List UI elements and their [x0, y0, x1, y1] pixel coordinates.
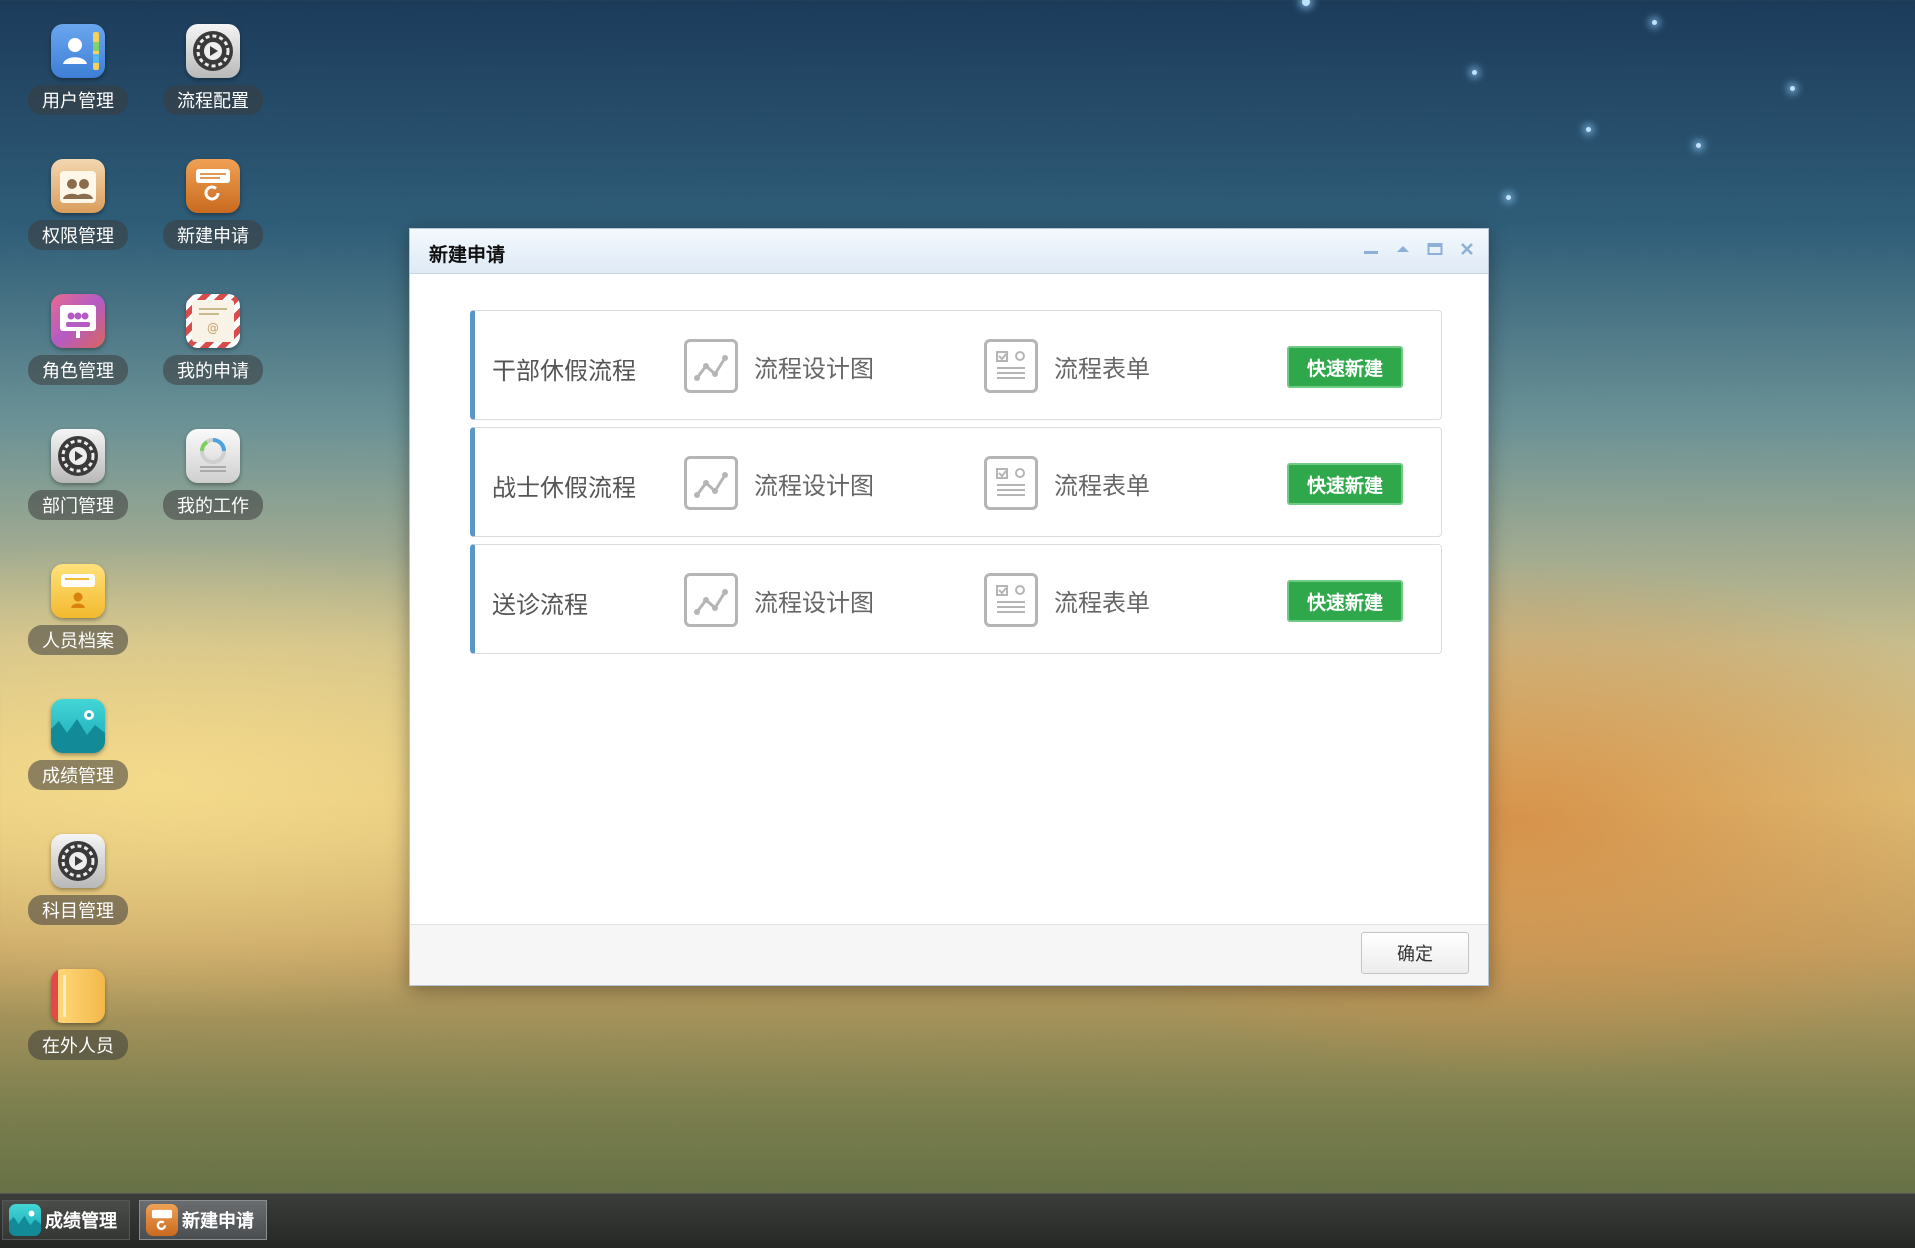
star-decoration [1506, 195, 1511, 200]
dialog-title: 新建申请 [429, 244, 506, 266]
taskbar-item-label: 成绩管理 [45, 1211, 117, 1232]
mail-icon: @ [186, 294, 240, 348]
desktop-icon-label: 角色管理 [28, 355, 128, 385]
star-decoration [1472, 70, 1477, 75]
desktop-icon-user-management[interactable]: 用户管理 [23, 24, 133, 115]
window-controls [1362, 238, 1476, 260]
users-group-icon [51, 159, 105, 213]
flow-design-label: 流程设计图 [754, 588, 874, 617]
desktop-icon-label: 科目管理 [28, 895, 128, 925]
flow-form-label: 流程表单 [1054, 354, 1150, 383]
gear-icon [51, 429, 105, 483]
flow-form-link[interactable]: 流程表单 [984, 571, 1150, 629]
gear-icon [186, 24, 240, 78]
dialog-footer: 确定 [410, 924, 1488, 985]
flow-form-label: 流程表单 [1054, 588, 1150, 617]
star-decoration [1696, 143, 1701, 148]
desktop-icon-my-work[interactable]: 我的工作 [158, 429, 268, 520]
star-decoration [1790, 86, 1795, 91]
desktop-icon-label: 我的工作 [163, 490, 263, 520]
star-decoration [1652, 20, 1657, 25]
line-chart-icon [684, 573, 738, 627]
flow-design-label: 流程设计图 [754, 471, 874, 500]
desktop-icon-score-management[interactable]: 成绩管理 [23, 699, 133, 790]
desktop-icon-outside-personnel[interactable]: 在外人员 [23, 969, 133, 1060]
flow-design-label: 流程设计图 [754, 354, 874, 383]
desktop-icon-label: 成绩管理 [28, 760, 128, 790]
progress-icon [186, 429, 240, 483]
form-icon [984, 339, 1038, 393]
gear-icon [51, 834, 105, 888]
desktop-icon-label: 部门管理 [28, 490, 128, 520]
desktop-icon-new-application[interactable]: 新建申请 [158, 159, 268, 250]
collapse-icon[interactable] [1394, 238, 1412, 260]
flow-row: 送诊流程 流程设计图 流程表单 快速新建 [470, 544, 1442, 654]
line-chart-icon [684, 339, 738, 393]
notebook-icon [51, 969, 105, 1023]
desktop-icon-permission-management[interactable]: 权限管理 [23, 159, 133, 250]
desktop-icon-flow-config[interactable]: 流程配置 [158, 24, 268, 115]
svg-text:@: @ [207, 321, 219, 335]
flow-name: 送诊流程 [492, 591, 588, 619]
quick-create-button[interactable]: 快速新建 [1287, 346, 1403, 388]
star-decoration [1302, 0, 1310, 6]
flow-design-link[interactable]: 流程设计图 [684, 454, 874, 512]
desktop-icon-label: 流程配置 [163, 85, 263, 115]
taskbar-item-score-management[interactable]: 成绩管理 [2, 1200, 130, 1240]
desktop-icon-department-management[interactable]: 部门管理 [23, 429, 133, 520]
person-card-icon [51, 564, 105, 618]
flow-row: 战士休假流程 流程设计图 流程表单 快速新建 [470, 427, 1442, 537]
form-icon [984, 456, 1038, 510]
minimize-icon[interactable] [1362, 238, 1380, 260]
contacts-icon [51, 24, 105, 78]
flow-form-link[interactable]: 流程表单 [984, 454, 1150, 512]
taskbar-item-label: 新建申请 [182, 1211, 254, 1232]
flow-name: 干部休假流程 [492, 357, 636, 385]
dialog-titlebar[interactable]: 新建申请 [410, 229, 1488, 274]
form-refresh-icon [146, 1204, 178, 1236]
flow-row: 干部休假流程 流程设计图 流程表单 快速新建 [470, 310, 1442, 420]
desktop-icon-label: 我的申请 [163, 355, 263, 385]
flow-form-link[interactable]: 流程表单 [984, 337, 1150, 395]
quick-create-button[interactable]: 快速新建 [1287, 580, 1403, 622]
quick-create-button[interactable]: 快速新建 [1287, 463, 1403, 505]
form-icon [984, 573, 1038, 627]
presentation-icon [51, 294, 105, 348]
flow-design-link[interactable]: 流程设计图 [684, 337, 874, 395]
desktop-icon-label: 权限管理 [28, 220, 128, 250]
desktop-icon-label: 新建申请 [163, 220, 263, 250]
wave-chart-icon [51, 699, 105, 753]
desktop-icon-personnel-archive[interactable]: 人员档案 [23, 564, 133, 655]
desktop-icon-label: 在外人员 [28, 1030, 128, 1060]
form-refresh-icon [186, 159, 240, 213]
close-icon[interactable] [1458, 238, 1476, 260]
new-application-dialog: 新建申请 干部休假流程 流程设计图 流程表单 快速新建 战士休假流程 流程设计图… [409, 228, 1489, 986]
flow-name: 战士休假流程 [492, 474, 636, 502]
desktop-icon-my-application[interactable]: @ 我的申请 [158, 294, 268, 385]
desktop-icon-subject-management[interactable]: 科目管理 [23, 834, 133, 925]
taskbar-item-new-application[interactable]: 新建申请 [139, 1200, 267, 1240]
flow-form-label: 流程表单 [1054, 471, 1150, 500]
taskbar: 成绩管理 新建申请 [0, 1193, 1915, 1248]
desktop-icon-role-management[interactable]: 角色管理 [23, 294, 133, 385]
maximize-icon[interactable] [1426, 238, 1444, 260]
desktop-icon-label: 人员档案 [28, 625, 128, 655]
desktop-icon-label: 用户管理 [28, 85, 128, 115]
wave-chart-icon [9, 1204, 41, 1236]
line-chart-icon [684, 456, 738, 510]
confirm-button[interactable]: 确定 [1361, 932, 1469, 974]
star-decoration [1586, 127, 1591, 132]
flow-design-link[interactable]: 流程设计图 [684, 571, 874, 629]
